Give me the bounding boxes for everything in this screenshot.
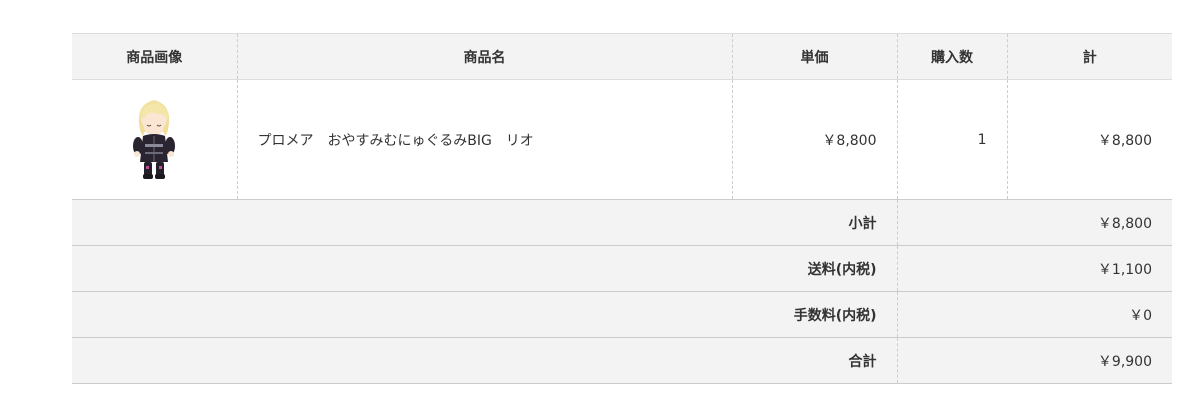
fee-value: ￥0 [896, 291, 1172, 338]
cart-table: 商品画像 商品名 単価 購入数 計 プロメア おやすみむにゅぐるみBIG リオ … [72, 33, 1172, 384]
grand-total-label: 合計 [72, 337, 897, 384]
product-unit-price: ￥8,800 [731, 79, 897, 200]
product-quantity: 1 [896, 79, 1007, 200]
grand-total-row: 合計 ￥9,900 [72, 337, 1172, 384]
fee-label: 手数料(内税) [72, 291, 897, 338]
grand-total-value: ￥9,900 [896, 337, 1172, 384]
product-image-cell [72, 79, 237, 200]
product-name[interactable]: プロメア おやすみむにゅぐるみBIG リオ [236, 79, 732, 200]
subtotal-row: 小計 ￥8,800 [72, 199, 1172, 246]
header-quantity: 購入数 [896, 33, 1007, 80]
shipping-label: 送料(内税) [72, 245, 897, 292]
header-product-name: 商品名 [236, 33, 732, 80]
fee-row: 手数料(内税) ￥0 [72, 291, 1172, 338]
cart-item-row: プロメア おやすみむにゅぐるみBIG リオ ￥8,800 1 ￥8,800 [72, 79, 1172, 200]
subtotal-value: ￥8,800 [896, 199, 1172, 246]
product-image[interactable] [119, 90, 189, 190]
cart-header-row: 商品画像 商品名 単価 購入数 計 [72, 33, 1172, 80]
header-total: 計 [1006, 33, 1172, 80]
product-line-total: ￥8,800 [1006, 79, 1172, 200]
header-product-image: 商品画像 [72, 33, 237, 80]
header-unit-price: 単価 [731, 33, 897, 80]
shipping-value: ￥1,100 [896, 245, 1172, 292]
subtotal-label: 小計 [72, 199, 897, 246]
shipping-row: 送料(内税) ￥1,100 [72, 245, 1172, 292]
